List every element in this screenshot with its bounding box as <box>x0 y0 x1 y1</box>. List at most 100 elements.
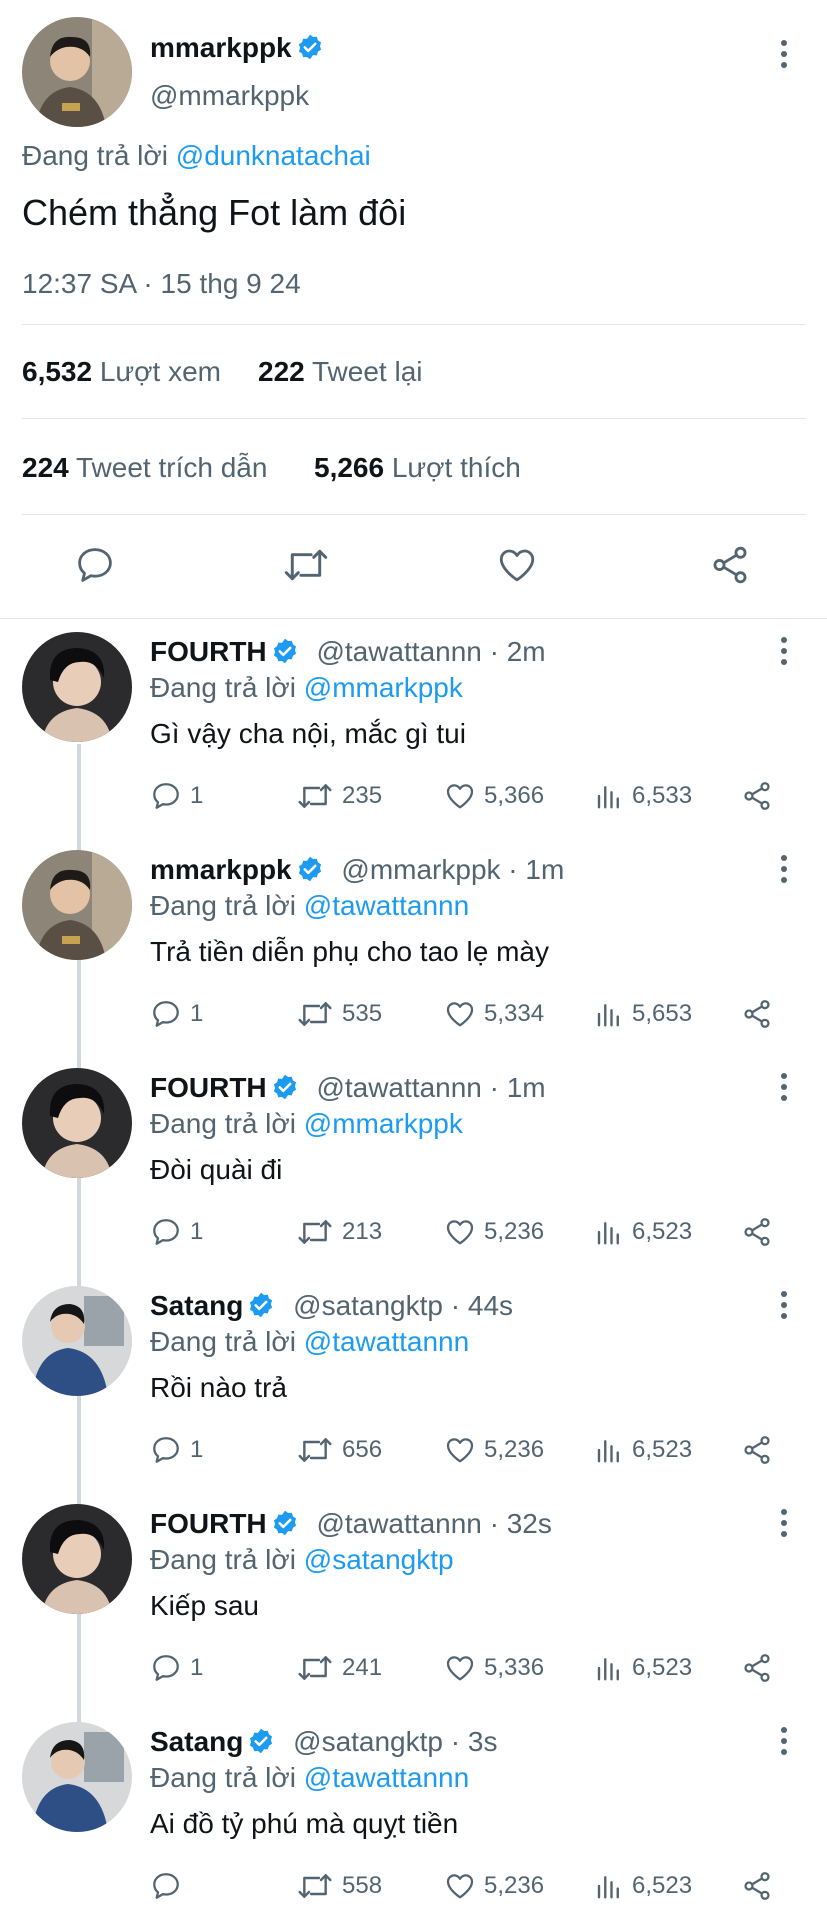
reply-views-button[interactable]: 5,653 <box>594 998 692 1030</box>
likes-label[interactable]: Lượt thích <box>392 452 521 483</box>
heart-icon <box>446 1438 474 1463</box>
reply-avatar[interactable] <box>22 1504 132 1614</box>
reply-avatar[interactable] <box>22 632 132 742</box>
reply-reply-button[interactable]: 1 <box>150 1434 203 1466</box>
reply-author-handle[interactable]: @tawattannn · 1m <box>316 1072 545 1103</box>
bar-chart-icon <box>597 1876 619 1899</box>
reply-replying-to-link[interactable]: @satangktp <box>304 1544 454 1575</box>
reply-more-icon[interactable] <box>781 637 791 670</box>
reply-views-button[interactable]: 6,523 <box>594 1652 692 1684</box>
views-count: 6,523 <box>632 1436 693 1463</box>
reply-views-button[interactable]: 6,533 <box>594 780 692 812</box>
reply-author-name[interactable]: Satang <box>150 1726 243 1757</box>
reply-author-name[interactable]: mmarkppk <box>150 854 292 885</box>
retweets-label[interactable]: Tweet lại <box>312 356 423 387</box>
reply-author-handle[interactable]: @satangktp · 44s <box>293 1290 513 1321</box>
retweet-count: 235 <box>342 782 383 809</box>
reply-like-button[interactable]: 5,336 <box>444 1652 544 1684</box>
reply-replying-line: Đang trả lời @tawattannn <box>150 1762 469 1794</box>
main-author-name[interactable]: mmarkppk <box>150 32 324 68</box>
like-count: 5,236 <box>484 1872 545 1899</box>
reply-replying-to-link[interactable]: @mmarkppk <box>304 672 463 703</box>
reply-replying-prefix: Đang trả lời <box>150 1762 296 1793</box>
reply-avatar[interactable] <box>22 1722 132 1832</box>
reply-share-button[interactable] <box>740 1870 782 1902</box>
quotes-count[interactable]: 224 <box>22 452 69 483</box>
reply-author-name[interactable]: FOURTH <box>150 636 267 667</box>
reply-like-button[interactable]: 5,236 <box>444 1216 544 1248</box>
quotes-label[interactable]: Tweet trích dẫn <box>76 452 267 483</box>
retweet-arrows-icon <box>298 1656 332 1680</box>
reply-share-button[interactable] <box>740 998 782 1030</box>
main-like-button[interactable] <box>496 544 538 591</box>
reply-reply-button[interactable] <box>150 1870 190 1902</box>
reply-avatar[interactable] <box>22 850 132 960</box>
views-count: 6,533 <box>632 782 693 809</box>
likes-count[interactable]: 5,266 <box>314 452 384 483</box>
reply-replying-to-link[interactable]: @tawattannn <box>304 1762 469 1793</box>
reply-author-handle[interactable]: @tawattannn · 32s <box>316 1508 551 1539</box>
main-retweet-button[interactable] <box>282 544 330 591</box>
reply-author-name[interactable]: FOURTH <box>150 1072 267 1103</box>
main-tweet-avatar[interactable] <box>22 17 132 127</box>
reply-views-button[interactable]: 6,523 <box>594 1216 692 1248</box>
reply-retweet-button[interactable]: 558 <box>296 1870 382 1902</box>
retweet-count: 213 <box>342 1218 383 1245</box>
reply-author-handle[interactable]: @satangktp · 3s <box>293 1726 497 1757</box>
speech-bubble-icon <box>153 1655 179 1681</box>
reply-more-icon[interactable] <box>781 855 791 888</box>
likes-stat[interactable]: 5,266 Lượt thích <box>314 452 521 484</box>
reply-replying-line: Đang trả lời @mmarkppk <box>150 672 463 704</box>
reply-reply-button[interactable]: 1 <box>150 998 203 1030</box>
reply-author-name[interactable]: Satang <box>150 1290 243 1321</box>
reply-views-button[interactable]: 6,523 <box>594 1434 692 1466</box>
retweets-count[interactable]: 222 <box>258 356 305 387</box>
reply-more-icon[interactable] <box>781 1509 791 1542</box>
reply-share-button[interactable] <box>740 1434 782 1466</box>
reply-author-handle[interactable]: @tawattannn · 2m <box>316 636 545 667</box>
reply-like-button[interactable]: 5,334 <box>444 998 544 1030</box>
main-share-button[interactable] <box>708 544 752 591</box>
reply-count: 1 <box>190 1654 204 1681</box>
reply-more-icon[interactable] <box>781 1727 791 1760</box>
reply-more-icon[interactable] <box>781 1073 791 1106</box>
reply-like-button[interactable]: 5,236 <box>444 1434 544 1466</box>
main-replying-to-link[interactable]: @dunknatachai <box>176 140 371 171</box>
quotes-stat[interactable]: 224 Tweet trích dẫn <box>22 452 267 484</box>
reply-reply-button[interactable]: 1 <box>150 1216 203 1248</box>
main-more-icon[interactable] <box>781 40 791 73</box>
reply-replying-to-link[interactable]: @mmarkppk <box>304 1108 463 1139</box>
reply-retweet-button[interactable]: 235 <box>296 780 382 812</box>
reply-replying-to-link[interactable]: @tawattannn <box>304 1326 469 1357</box>
reply-share-button[interactable] <box>740 780 782 812</box>
reply-retweet-button[interactable]: 213 <box>296 1216 382 1248</box>
reply-retweet-button[interactable]: 656 <box>296 1434 382 1466</box>
main-tweet-timestamp[interactable]: 12:37 SA · 15 thg 9 24 <box>22 268 301 300</box>
reply-avatar[interactable] <box>22 1068 132 1178</box>
reply-avatar[interactable] <box>22 1286 132 1396</box>
reply-more-icon[interactable] <box>781 1291 791 1324</box>
reply-share-button[interactable] <box>740 1216 782 1248</box>
reply-retweet-button[interactable]: 241 <box>296 1652 382 1684</box>
main-reply-button[interactable] <box>74 544 116 591</box>
reply-retweet-button[interactable]: 535 <box>296 998 382 1030</box>
main-author-name-text[interactable]: mmarkppk <box>150 32 292 63</box>
reply-reply-button[interactable]: 1 <box>150 1652 203 1684</box>
main-replying-line: Đang trả lời @dunknatachai <box>22 140 371 172</box>
main-author-handle[interactable]: @mmarkppk <box>150 80 309 112</box>
retweets-stat[interactable]: 222 Tweet lại <box>258 356 423 388</box>
views-count: 6,523 <box>632 1654 693 1681</box>
verified-badge-icon <box>271 637 299 672</box>
reply-header: FOURTH @tawattannn · 1m <box>150 1072 546 1108</box>
reply-like-button[interactable]: 5,236 <box>444 1870 544 1902</box>
reply-author-name[interactable]: FOURTH <box>150 1508 267 1539</box>
reply-author-handle[interactable]: @mmarkppk · 1m <box>341 854 564 885</box>
bar-chart-icon <box>597 1004 619 1027</box>
share-nodes-icon <box>744 1000 770 1028</box>
reply-share-button[interactable] <box>740 1652 782 1684</box>
reply-reply-button[interactable]: 1 <box>150 780 203 812</box>
reply-text: Gì vậy cha nội, mắc gì tui <box>150 718 466 749</box>
reply-replying-to-link[interactable]: @tawattannn <box>304 890 469 921</box>
reply-views-button[interactable]: 6,523 <box>594 1870 692 1902</box>
reply-like-button[interactable]: 5,366 <box>444 780 544 812</box>
